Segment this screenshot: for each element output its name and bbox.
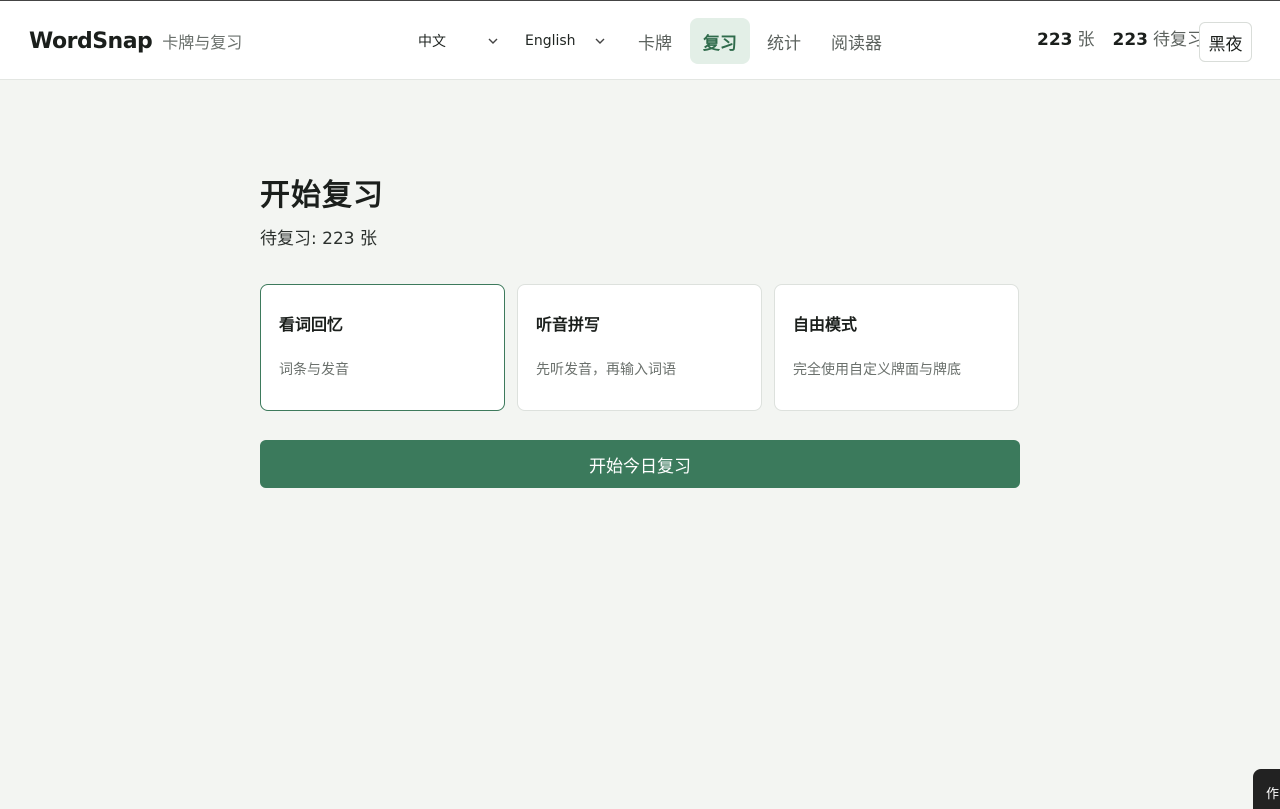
source-language-value: 中文 bbox=[418, 34, 446, 50]
page-title: 开始复习 bbox=[260, 178, 384, 213]
mode-description: 词条与发音 bbox=[279, 362, 349, 378]
due-count-label: 待复习 bbox=[1153, 30, 1204, 50]
due-count-stat: 223 待复习 bbox=[1113, 25, 1205, 50]
mode-title: 自由模式 bbox=[793, 315, 858, 334]
due-count: 223 bbox=[1112, 30, 1149, 50]
mode-card-free[interactable]: 自由模式 完全使用自定义牌面与牌底 bbox=[774, 284, 1019, 411]
chevron-down-icon bbox=[488, 38, 498, 44]
mode-title: 看词回忆 bbox=[279, 315, 344, 334]
chevron-down-icon bbox=[595, 38, 605, 44]
brand[interactable]: WordSnap 卡牌与复习 bbox=[29, 29, 242, 54]
mode-description: 先听发音，再输入词语 bbox=[536, 362, 676, 378]
source-language-select[interactable]: 中文 bbox=[418, 29, 500, 53]
mode-card-dictation[interactable]: 听音拼写 先听发音，再输入词语 bbox=[517, 284, 762, 411]
nav-item-reader[interactable]: 阅读器 bbox=[818, 18, 895, 64]
night-mode-button[interactable]: 黑夜 bbox=[1199, 22, 1252, 62]
nav-item-cards[interactable]: 卡牌 bbox=[625, 18, 685, 64]
mode-card-recall[interactable]: 看词回忆 词条与发音 bbox=[260, 284, 505, 411]
brand-name: WordSnap bbox=[29, 29, 153, 54]
top-bar: WordSnap 卡牌与复习 中文 English 卡牌 复习 统计 阅读器 2… bbox=[0, 1, 1280, 80]
target-language-value: English bbox=[525, 33, 576, 49]
corner-floating-tab[interactable]: 作 bbox=[1253, 769, 1280, 809]
mode-description: 完全使用自定义牌面与牌底 bbox=[793, 362, 961, 378]
nav-item-stats[interactable]: 统计 bbox=[754, 18, 814, 64]
review-mode-list: 看词回忆 词条与发音 听音拼写 先听发音，再输入词语 自由模式 完全使用自定义牌… bbox=[260, 284, 1020, 411]
brand-subtitle: 卡牌与复习 bbox=[162, 33, 243, 52]
target-language-select[interactable]: English bbox=[525, 29, 607, 53]
start-review-button[interactable]: 开始今日复习 bbox=[260, 440, 1020, 488]
due-summary: 待复习: 223 张 bbox=[260, 229, 377, 249]
main-nav: 卡牌 复习 统计 阅读器 bbox=[625, 18, 895, 64]
cards-count: 223 bbox=[1037, 30, 1073, 50]
cards-count-stat: 223 张 bbox=[1037, 25, 1095, 50]
review-panel: 开始复习 待复习: 223 张 看词回忆 词条与发音 听音拼写 先听发音，再输入… bbox=[260, 170, 1020, 488]
mode-title: 听音拼写 bbox=[536, 315, 601, 334]
cards-count-label: 张 bbox=[1077, 30, 1095, 50]
stats-summary: 223 张 223 待复习 bbox=[1037, 25, 1204, 50]
nav-item-review[interactable]: 复习 bbox=[690, 18, 750, 64]
